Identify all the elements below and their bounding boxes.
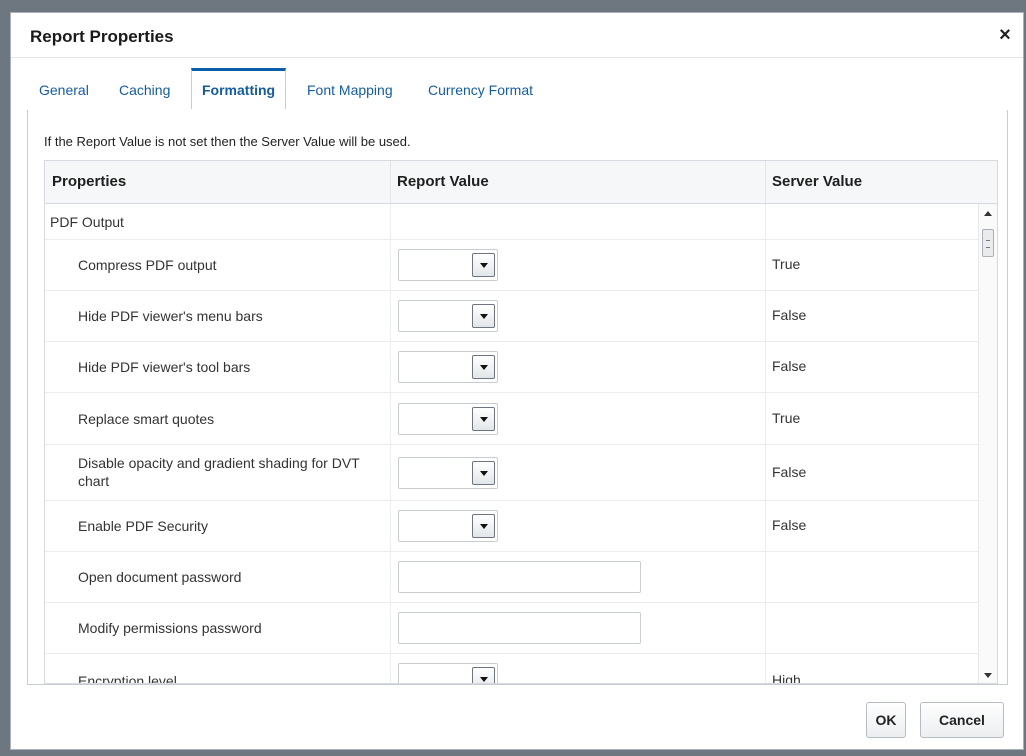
table-row-compress-pdf-output: Compress PDF output True <box>45 240 981 291</box>
column-header-properties: Properties <box>52 173 127 190</box>
table-body: PDF Output Compress PDF output True Hide… <box>45 204 981 684</box>
enable-pdf-security-select[interactable] <box>398 510 498 542</box>
server-value: False <box>772 358 807 374</box>
tab-font-mapping[interactable]: Font Mapping <box>307 71 393 109</box>
table-header: Properties Report Value Server Value <box>45 161 997 204</box>
hide-menu-bars-select[interactable] <box>398 300 498 332</box>
tab-currency-format[interactable]: Currency Format <box>428 71 533 109</box>
table-row-enable-pdf-security: Enable PDF Security False <box>45 501 981 552</box>
chevron-down-icon[interactable] <box>472 514 495 538</box>
property-label: Enable PDF Security <box>78 518 208 534</box>
tab-bar: General Caching Formatting Font Mapping … <box>33 68 1003 111</box>
server-value: False <box>772 464 807 480</box>
server-value: True <box>772 410 801 426</box>
column-divider <box>765 161 766 203</box>
report-properties-dialog: Report Properties × General Caching Form… <box>10 12 1024 750</box>
dialog-title: Report Properties <box>30 27 174 46</box>
property-label: PDF Output <box>50 214 124 230</box>
property-label: Disable opacity and gradient shading for… <box>78 455 360 489</box>
table-row-disable-opacity: Disable opacity and gradient shading for… <box>45 445 981 501</box>
vertical-scrollbar[interactable] <box>978 204 997 683</box>
formatting-panel: If the Report Value is not set then the … <box>27 110 1008 685</box>
info-text: If the Report Value is not set then the … <box>44 134 411 149</box>
property-label: Hide PDF viewer's menu bars <box>78 308 263 324</box>
properties-table: Properties Report Value Server Value PDF… <box>44 160 998 684</box>
table-row-hide-menu-bars: Hide PDF viewer's menu bars False <box>45 291 981 342</box>
property-label: Modify permissions password <box>78 620 262 636</box>
table-row-encryption-level: Encryption level High <box>45 654 981 684</box>
hide-tool-bars-select[interactable] <box>398 351 498 383</box>
tab-formatting[interactable]: Formatting <box>191 68 287 109</box>
column-header-report-value: Report Value <box>397 173 489 190</box>
table-row-replace-smart-quotes: Replace smart quotes True <box>45 393 981 445</box>
scroll-up-icon[interactable] <box>984 211 992 216</box>
property-label: Hide PDF viewer's tool bars <box>78 359 251 375</box>
server-value: True <box>772 256 801 272</box>
cancel-button[interactable]: Cancel <box>920 702 1004 738</box>
property-label: Replace smart quotes <box>78 411 215 427</box>
table-row-open-document-password: Open document password <box>45 552 981 603</box>
chevron-down-icon[interactable] <box>472 407 495 431</box>
chevron-down-icon[interactable] <box>472 667 495 683</box>
replace-smart-quotes-select[interactable] <box>398 403 498 435</box>
column-divider <box>390 161 391 203</box>
tab-caching[interactable]: Caching <box>119 71 170 109</box>
chevron-down-icon[interactable] <box>472 461 495 485</box>
server-value: False <box>772 517 807 533</box>
property-label: Compress PDF output <box>78 257 217 273</box>
tab-general[interactable]: General <box>39 71 89 109</box>
dialog-title-bar: Report Properties × <box>11 13 1023 58</box>
ok-button[interactable]: OK <box>866 702 906 738</box>
table-row-hide-tool-bars: Hide PDF viewer's tool bars False <box>45 342 981 393</box>
table-row-pdf-output: PDF Output <box>45 204 981 240</box>
modify-permissions-password-input[interactable] <box>398 612 641 644</box>
disable-opacity-select[interactable] <box>398 457 498 489</box>
open-document-password-input[interactable] <box>398 561 641 593</box>
property-label: Encryption level <box>78 673 177 684</box>
close-icon[interactable]: × <box>995 25 1015 45</box>
scroll-thumb[interactable] <box>982 229 994 257</box>
property-label: Open document password <box>78 569 242 585</box>
encryption-level-select[interactable] <box>398 663 498 683</box>
chevron-down-icon[interactable] <box>472 355 495 379</box>
chevron-down-icon[interactable] <box>472 304 495 328</box>
column-header-server-value: Server Value <box>772 173 863 190</box>
server-value: High <box>772 672 801 684</box>
table-row-modify-permissions-password: Modify permissions password <box>45 603 981 654</box>
server-value: False <box>772 307 807 323</box>
chevron-down-icon[interactable] <box>472 253 495 277</box>
compress-pdf-select[interactable] <box>398 249 498 281</box>
scroll-down-icon[interactable] <box>984 673 992 678</box>
